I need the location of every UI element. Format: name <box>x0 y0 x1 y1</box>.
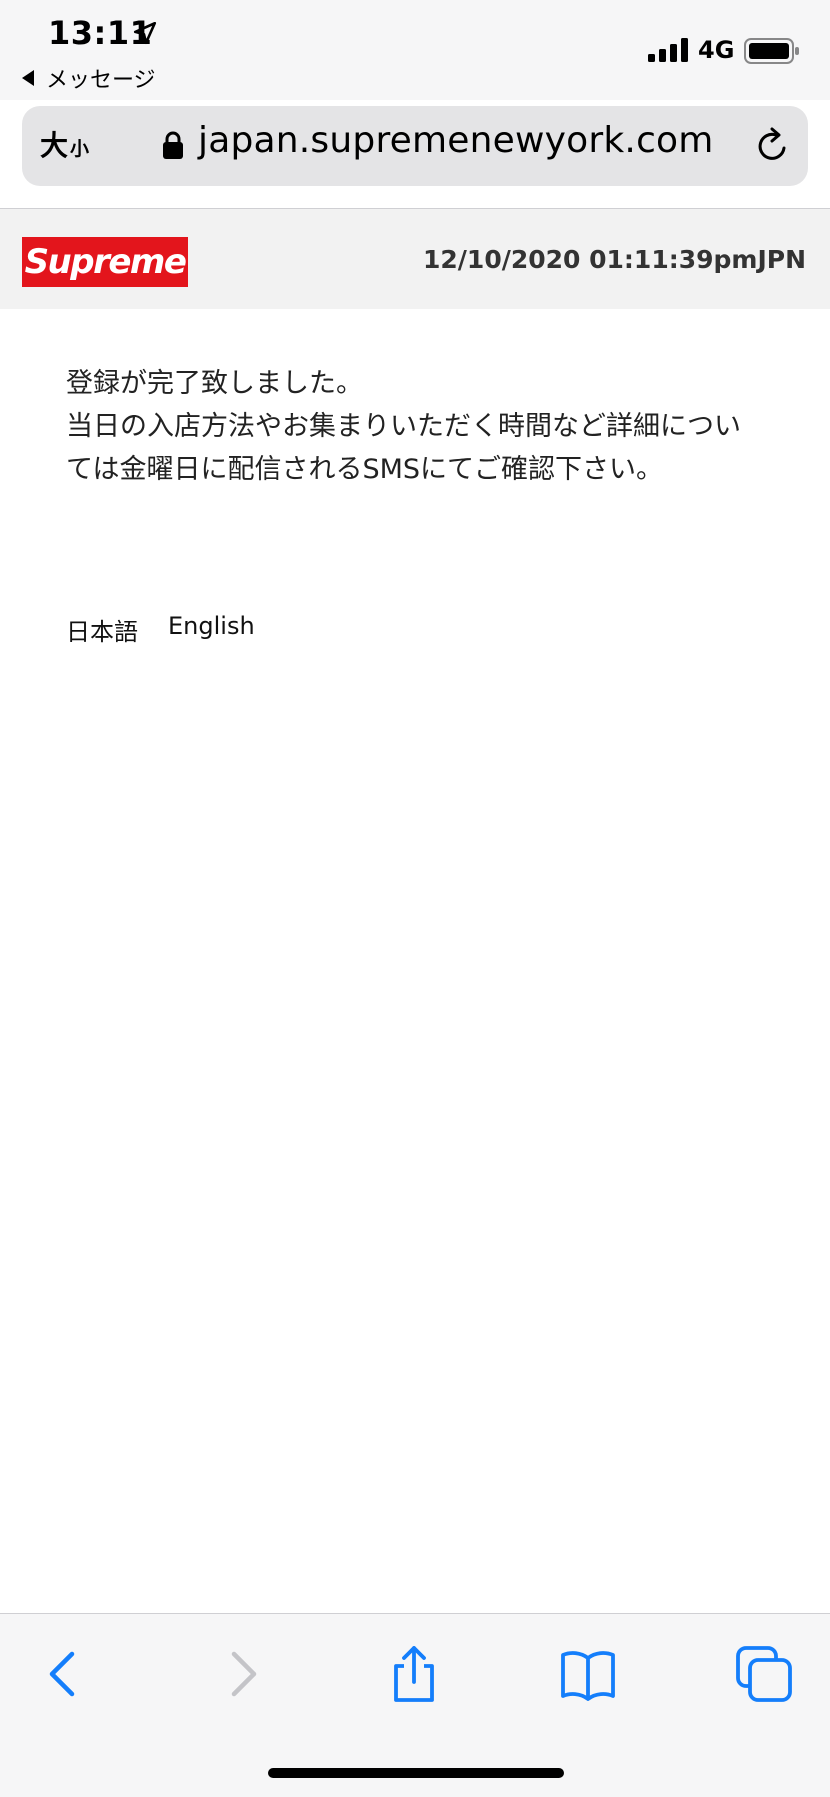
language-english-link[interactable]: English <box>168 612 255 647</box>
address-bar[interactable]: 大 小 japan.supremenewyork.com <box>22 106 808 186</box>
message-line-2: 当日の入店方法やお集まりいただく時間など詳細については金曜日に配信されるSMSに… <box>66 411 741 485</box>
cellular-signal-icon <box>648 38 688 62</box>
safari-toolbar <box>0 1614 830 1797</box>
back-chevron-icon[interactable] <box>34 1644 94 1704</box>
back-app-label: メッセージ <box>46 68 156 93</box>
status-bar: 13:11 メッセージ 4G <box>0 0 830 100</box>
back-to-app-link[interactable]: メッセージ <box>22 62 156 94</box>
bookmarks-icon[interactable] <box>558 1644 618 1704</box>
network-type: 4G <box>698 36 735 64</box>
lock-icon <box>163 131 183 159</box>
forward-chevron-icon[interactable] <box>212 1644 272 1704</box>
text-size-button[interactable]: 大 小 <box>40 124 89 168</box>
language-japanese-link[interactable]: 日本語 <box>66 612 138 647</box>
supreme-logo[interactable]: Supreme <box>22 237 188 287</box>
location-arrow-icon <box>133 21 157 45</box>
text-size-small: 小 <box>70 138 90 160</box>
reload-icon[interactable] <box>752 126 792 166</box>
share-icon[interactable] <box>384 1644 444 1704</box>
home-indicator <box>268 1768 564 1778</box>
message-line-1: 登録が完了致しました。 <box>66 368 363 399</box>
text-size-big: 大 <box>40 129 69 162</box>
back-triangle-icon <box>22 70 34 86</box>
tabs-icon[interactable] <box>734 1644 794 1704</box>
url-text[interactable]: japan.supremenewyork.com <box>198 120 714 161</box>
language-switch: 日本語 English <box>66 612 255 647</box>
header-timestamp: 12/10/2020 01:11:39pmJPN <box>423 245 806 274</box>
battery-icon <box>744 38 799 64</box>
site-header: Supreme 12/10/2020 01:11:39pmJPN <box>0 209 830 309</box>
confirmation-message: 登録が完了致しました。 当日の入店方法やお集まりいただく時間など詳細については金… <box>66 362 746 491</box>
